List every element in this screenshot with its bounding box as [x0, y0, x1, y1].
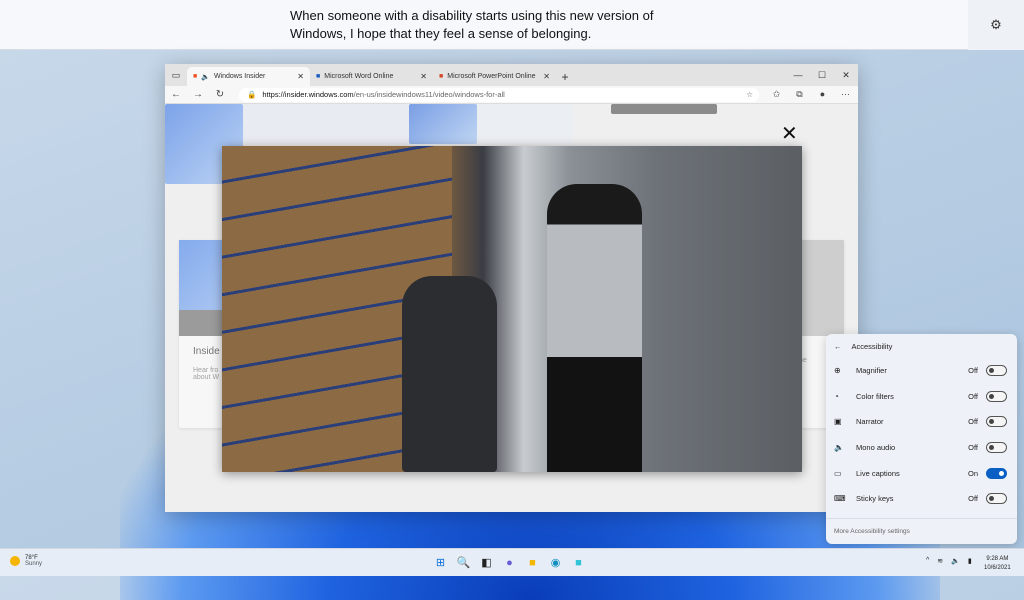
forward-button[interactable]: → [187, 89, 209, 100]
mono-audio-toggle[interactable] [986, 442, 1007, 454]
address-bar-row: ← → ↻ 🔒 https://insider.windows.com/en-u… [165, 86, 858, 104]
word-icon: ■ [316, 73, 321, 80]
tab-windows-insider[interactable]: ■ 🔈 Windows Insider ✕ [187, 67, 310, 86]
narrator-icon: ▣ [834, 417, 842, 427]
tab-powerpoint-online[interactable]: ■ Microsoft PowerPoint Online ✕ [433, 67, 556, 86]
audio-icon[interactable]: 🔈 [201, 73, 210, 81]
sun-icon [10, 556, 20, 566]
lock-icon: 🔒 [247, 90, 257, 99]
close-tab-icon[interactable]: ✕ [543, 72, 550, 81]
collections-icon[interactable]: ⧉ [788, 89, 811, 100]
panel-title: Accessibility [851, 341, 893, 351]
walking-person [547, 184, 642, 472]
close-tab-icon[interactable]: ✕ [297, 72, 304, 81]
new-tab-button[interactable]: + [556, 67, 574, 86]
tab-actions-icon[interactable]: ▭ [165, 64, 187, 86]
more-accessibility-settings-link[interactable]: More Accessibility settings [826, 518, 1017, 544]
battery-icon[interactable]: ▮ [968, 557, 972, 565]
favorites-icon[interactable]: ✩ [765, 89, 788, 100]
weather-widget[interactable]: 78°F Sunny [10, 555, 42, 567]
back-button[interactable]: ← [165, 89, 187, 100]
tab-word-online[interactable]: ■ Microsoft Word Online ✕ [310, 67, 433, 86]
edge-icon[interactable]: ◉ [547, 554, 564, 571]
toggle-magnifier[interactable]: ⊕ Magnifier Off [826, 358, 1017, 384]
close-tab-icon[interactable]: ✕ [420, 72, 427, 81]
close-window-button[interactable]: ✕ [834, 70, 858, 81]
close-video-button[interactable]: ✕ [781, 121, 798, 146]
windows-logo-icon: ■ [193, 73, 198, 80]
toggle-color-filters[interactable]: ◔ Color filters Off [826, 384, 1017, 410]
teams-chat-icon[interactable]: ● [501, 554, 518, 571]
toggle-narrator[interactable]: ▣ Narrator Off [826, 409, 1017, 435]
file-explorer-icon[interactable]: ■ [524, 554, 541, 571]
live-captions-toggle[interactable] [986, 467, 1007, 479]
store-icon[interactable]: ■ [570, 554, 587, 571]
toggle-sticky-keys[interactable]: ⌨ Sticky keys Off [826, 486, 1017, 512]
person-in-wheelchair [402, 276, 497, 472]
refresh-button[interactable]: ↻ [209, 89, 231, 100]
toggle-mono-audio[interactable]: 🔈 Mono audio Off [826, 435, 1017, 461]
video-player[interactable] [222, 146, 802, 472]
caption-text: When someone with a disability starts us… [290, 7, 654, 41]
more-menu-icon[interactable]: ··· [834, 89, 857, 100]
maximize-button[interactable]: ☐ [810, 70, 834, 81]
narrator-toggle[interactable] [986, 416, 1007, 428]
browser-window: ▭ ■ 🔈 Windows Insider ✕ ■ Microsoft Word… [165, 64, 858, 512]
live-captions-bar: When someone with a disability starts us… [0, 0, 968, 50]
url-input[interactable]: 🔒 https://insider.windows.com/en-us/insi… [239, 87, 759, 102]
caption-settings-button[interactable]: ⚙ [968, 0, 1024, 50]
search-icon[interactable]: 🔍 [455, 554, 472, 571]
wifi-icon[interactable]: ≋ [937, 557, 943, 565]
minimize-button[interactable]: — [786, 70, 810, 80]
start-button[interactable]: ⊞ [432, 554, 449, 571]
back-arrow-icon[interactable]: ← [834, 342, 842, 351]
task-view-icon[interactable]: ◧ [478, 554, 495, 571]
volume-icon[interactable]: 🔈 [951, 557, 960, 565]
tab-bar: ▭ ■ 🔈 Windows Insider ✕ ■ Microsoft Word… [165, 64, 858, 86]
profile-avatar[interactable]: ● [811, 89, 834, 100]
powerpoint-icon: ■ [439, 73, 444, 80]
color-filters-icon: ◔ [834, 391, 839, 401]
gear-icon: ⚙ [990, 17, 1002, 32]
sticky-keys-toggle[interactable] [986, 493, 1007, 505]
live-captions-icon: ▭ [834, 468, 842, 478]
accessibility-panel: ← Accessibility ⊕ Magnifier Off ◔ Color fil… [826, 334, 1017, 544]
magnifier-toggle[interactable] [986, 365, 1007, 377]
magnifier-icon: ⊕ [834, 366, 841, 376]
mono-audio-icon: 🔈 [834, 443, 844, 453]
taskbar: 78°F Sunny ⊞ 🔍 ◧ ● ■ ◉ ■ ^ ≋ 🔈 ▮ 9:28 AM … [0, 548, 1024, 576]
sticky-keys-icon: ⌨ [834, 494, 846, 504]
page-content: Inside Hear fro about W y the ✕ [165, 104, 858, 512]
toggle-live-captions[interactable]: ▭ Live captions On [826, 460, 1017, 486]
favorite-star-icon[interactable]: ☆ [746, 90, 753, 99]
clock[interactable]: 9:28 AM 10/6/2021 [984, 555, 1011, 573]
color-filters-toggle[interactable] [986, 390, 1007, 402]
chevron-up-icon[interactable]: ^ [926, 557, 929, 565]
